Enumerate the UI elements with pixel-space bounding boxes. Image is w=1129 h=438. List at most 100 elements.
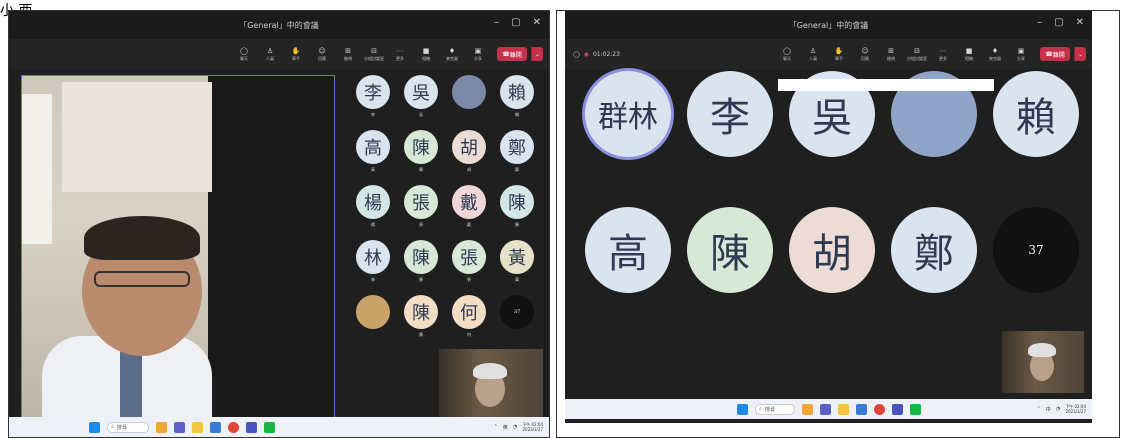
chevron-down-icon[interactable]: ⌄ bbox=[1074, 47, 1086, 61]
participant-tile[interactable]: 陳陳 bbox=[397, 240, 445, 283]
participant-name: 何 bbox=[467, 332, 471, 337]
participant-tile[interactable]: 37 bbox=[493, 295, 541, 329]
toolbar-view-button[interactable]: ⊞ 檢視 bbox=[880, 47, 902, 62]
toolbar-breakout-button[interactable]: ⊟ 分組討論室 bbox=[363, 47, 385, 62]
store-icon[interactable] bbox=[210, 421, 221, 433]
toolbar-share-button[interactable]: ▣ 分享 bbox=[1010, 47, 1032, 62]
minimize-icon[interactable]: – bbox=[1037, 17, 1042, 28]
input-language[interactable]: 中 bbox=[1046, 406, 1051, 413]
participant-avatar: 胡 bbox=[789, 207, 875, 293]
participant-tile[interactable]: 群林 bbox=[577, 71, 679, 157]
leave-meeting-button[interactable]: ☎ 離開 bbox=[1040, 47, 1070, 61]
participant-tile[interactable]: 張張 bbox=[445, 240, 493, 283]
toolbar-people-button[interactable]: ♙ 人員 bbox=[802, 47, 824, 62]
participant-tile[interactable] bbox=[349, 295, 397, 329]
toolbar-camera-button[interactable]: ■ 相機 bbox=[958, 47, 980, 62]
leave-label: 離開 bbox=[1052, 51, 1065, 59]
speaker-glasses bbox=[94, 271, 190, 287]
toolbar-reactions-button[interactable]: ☺ 回應 bbox=[854, 47, 876, 62]
teams-app-icon[interactable] bbox=[246, 421, 257, 433]
toolbar-breakout-button[interactable]: ⊟ 分組討論室 bbox=[906, 47, 928, 62]
chrome-icon[interactable] bbox=[874, 403, 885, 415]
participant-tile[interactable] bbox=[445, 75, 493, 109]
toolbar-mic-button[interactable]: ♦ 麥克風 bbox=[441, 47, 463, 62]
teams-icon[interactable] bbox=[174, 421, 185, 433]
participant-tile[interactable]: 賴賴 bbox=[493, 75, 541, 118]
line-icon[interactable] bbox=[264, 421, 275, 433]
participant-tile[interactable]: 鄭 bbox=[883, 207, 985, 293]
close-icon[interactable]: ✕ bbox=[533, 17, 541, 28]
participant-tile[interactable]: 37 bbox=[985, 207, 1087, 293]
chevron-up-icon[interactable]: ⌃ bbox=[494, 424, 498, 430]
wifi-icon[interactable]: ◔ bbox=[513, 424, 517, 430]
participant-tile[interactable]: 陳陳 bbox=[493, 185, 541, 228]
leave-label: 離開 bbox=[509, 51, 522, 59]
leave-meeting-button[interactable]: ☎ 離開 bbox=[497, 47, 527, 61]
windows-start-icon[interactable] bbox=[89, 421, 100, 433]
file-explorer-icon[interactable] bbox=[838, 403, 849, 415]
chevron-down-icon[interactable]: ⌄ bbox=[531, 47, 543, 61]
participant-avatar: 高 bbox=[356, 130, 390, 164]
participant-tile[interactable]: 何何 bbox=[445, 295, 493, 338]
participant-tile[interactable]: 賴 bbox=[985, 71, 1087, 157]
toolbar-raise-hand-button[interactable]: ✋ 舉手 bbox=[285, 47, 307, 62]
toolbar-camera-button[interactable]: ■ 相機 bbox=[415, 47, 437, 62]
toolbar-reactions-button[interactable]: ☺ 回應 bbox=[311, 47, 333, 62]
toolbar-raise-hand-button[interactable]: ✋ 舉手 bbox=[828, 47, 850, 62]
participant-tile[interactable]: 戴戴 bbox=[445, 185, 493, 228]
store-icon[interactable] bbox=[856, 403, 867, 415]
chrome-icon[interactable] bbox=[228, 421, 239, 433]
right-clock[interactable]: 下午 02:04 2023/3/27 bbox=[1065, 404, 1086, 414]
right-self-view[interactable] bbox=[1002, 331, 1084, 393]
toolbar-mic-button[interactable]: ♦ 麥克風 bbox=[984, 47, 1006, 62]
toolbar-share-button[interactable]: ▣ 分享 bbox=[467, 47, 489, 62]
participant-tile[interactable]: 陳 bbox=[679, 207, 781, 293]
left-clock[interactable]: 下午 02:04 2023/3/27 bbox=[522, 422, 543, 432]
participant-tile[interactable]: 高高 bbox=[349, 130, 397, 173]
participant-avatar: 林 bbox=[356, 240, 390, 274]
file-explorer-icon[interactable] bbox=[192, 421, 203, 433]
toolbar-people-button[interactable]: ♙ 人員 bbox=[259, 47, 281, 62]
participant-tile[interactable]: 楊楊 bbox=[349, 185, 397, 228]
taskbar-search[interactable]: ⌕ 搜尋 bbox=[755, 403, 795, 415]
close-icon[interactable]: ✕ bbox=[1076, 17, 1084, 28]
main-speaker-video[interactable] bbox=[21, 75, 335, 427]
input-language[interactable]: 英 bbox=[503, 424, 508, 431]
toolbar-chat-button[interactable]: ◯ 聊天 bbox=[233, 47, 255, 62]
line-icon[interactable] bbox=[910, 403, 921, 415]
participant-tile[interactable]: 林林 bbox=[349, 240, 397, 283]
participant-avatar: 賴 bbox=[993, 71, 1079, 157]
participant-photo-avatar bbox=[356, 295, 390, 329]
participant-tile[interactable]: 李李 bbox=[349, 75, 397, 118]
participant-tile[interactable]: 鄭鄭 bbox=[493, 130, 541, 173]
participant-tile[interactable]: 陳陳 bbox=[397, 295, 445, 338]
meeting-timer: ◯ ◉ 01:02:23 bbox=[573, 51, 620, 58]
breakout-icon: ⊟ bbox=[371, 46, 377, 55]
minimize-icon[interactable]: – bbox=[494, 17, 499, 28]
wifi-icon[interactable]: ◔ bbox=[1056, 406, 1060, 412]
participant-tile[interactable]: 吳吳 bbox=[397, 75, 445, 118]
participant-tile[interactable]: 胡 bbox=[781, 207, 883, 293]
teams-app-icon[interactable] bbox=[892, 403, 903, 415]
teams-icon[interactable] bbox=[820, 403, 831, 415]
maximize-icon[interactable]: ▢ bbox=[511, 17, 520, 28]
toolbar-more-button[interactable]: ⋯ 更多 bbox=[389, 47, 411, 62]
windows-start-icon[interactable] bbox=[737, 403, 748, 415]
participant-tile[interactable]: 黃黃 bbox=[493, 240, 541, 283]
toolbar-chat-button[interactable]: ◯ 聊天 bbox=[776, 47, 798, 62]
participant-tile[interactable]: 陳陳 bbox=[397, 130, 445, 173]
toolbar-view-button[interactable]: ⊞ 檢視 bbox=[337, 47, 359, 62]
widgets-icon[interactable] bbox=[802, 403, 813, 415]
participant-tile[interactable]: 李 bbox=[679, 71, 781, 157]
participant-tile[interactable]: 張張 bbox=[397, 185, 445, 228]
chevron-up-icon[interactable]: ⌃ bbox=[1037, 406, 1041, 412]
maximize-icon[interactable]: ▢ bbox=[1054, 17, 1063, 28]
left-self-view[interactable] bbox=[439, 349, 543, 421]
toolbar-more-button[interactable]: ⋯ 更多 bbox=[932, 47, 954, 62]
participant-tile[interactable]: 胡胡 bbox=[445, 130, 493, 173]
widgets-icon[interactable] bbox=[156, 421, 167, 433]
participant-avatar: 鄭 bbox=[500, 130, 534, 164]
participant-tile[interactable]: 高 bbox=[577, 207, 679, 293]
taskbar-search[interactable]: ⌕ 搜尋 bbox=[107, 421, 149, 433]
participant-name: 鄭 bbox=[515, 167, 519, 172]
